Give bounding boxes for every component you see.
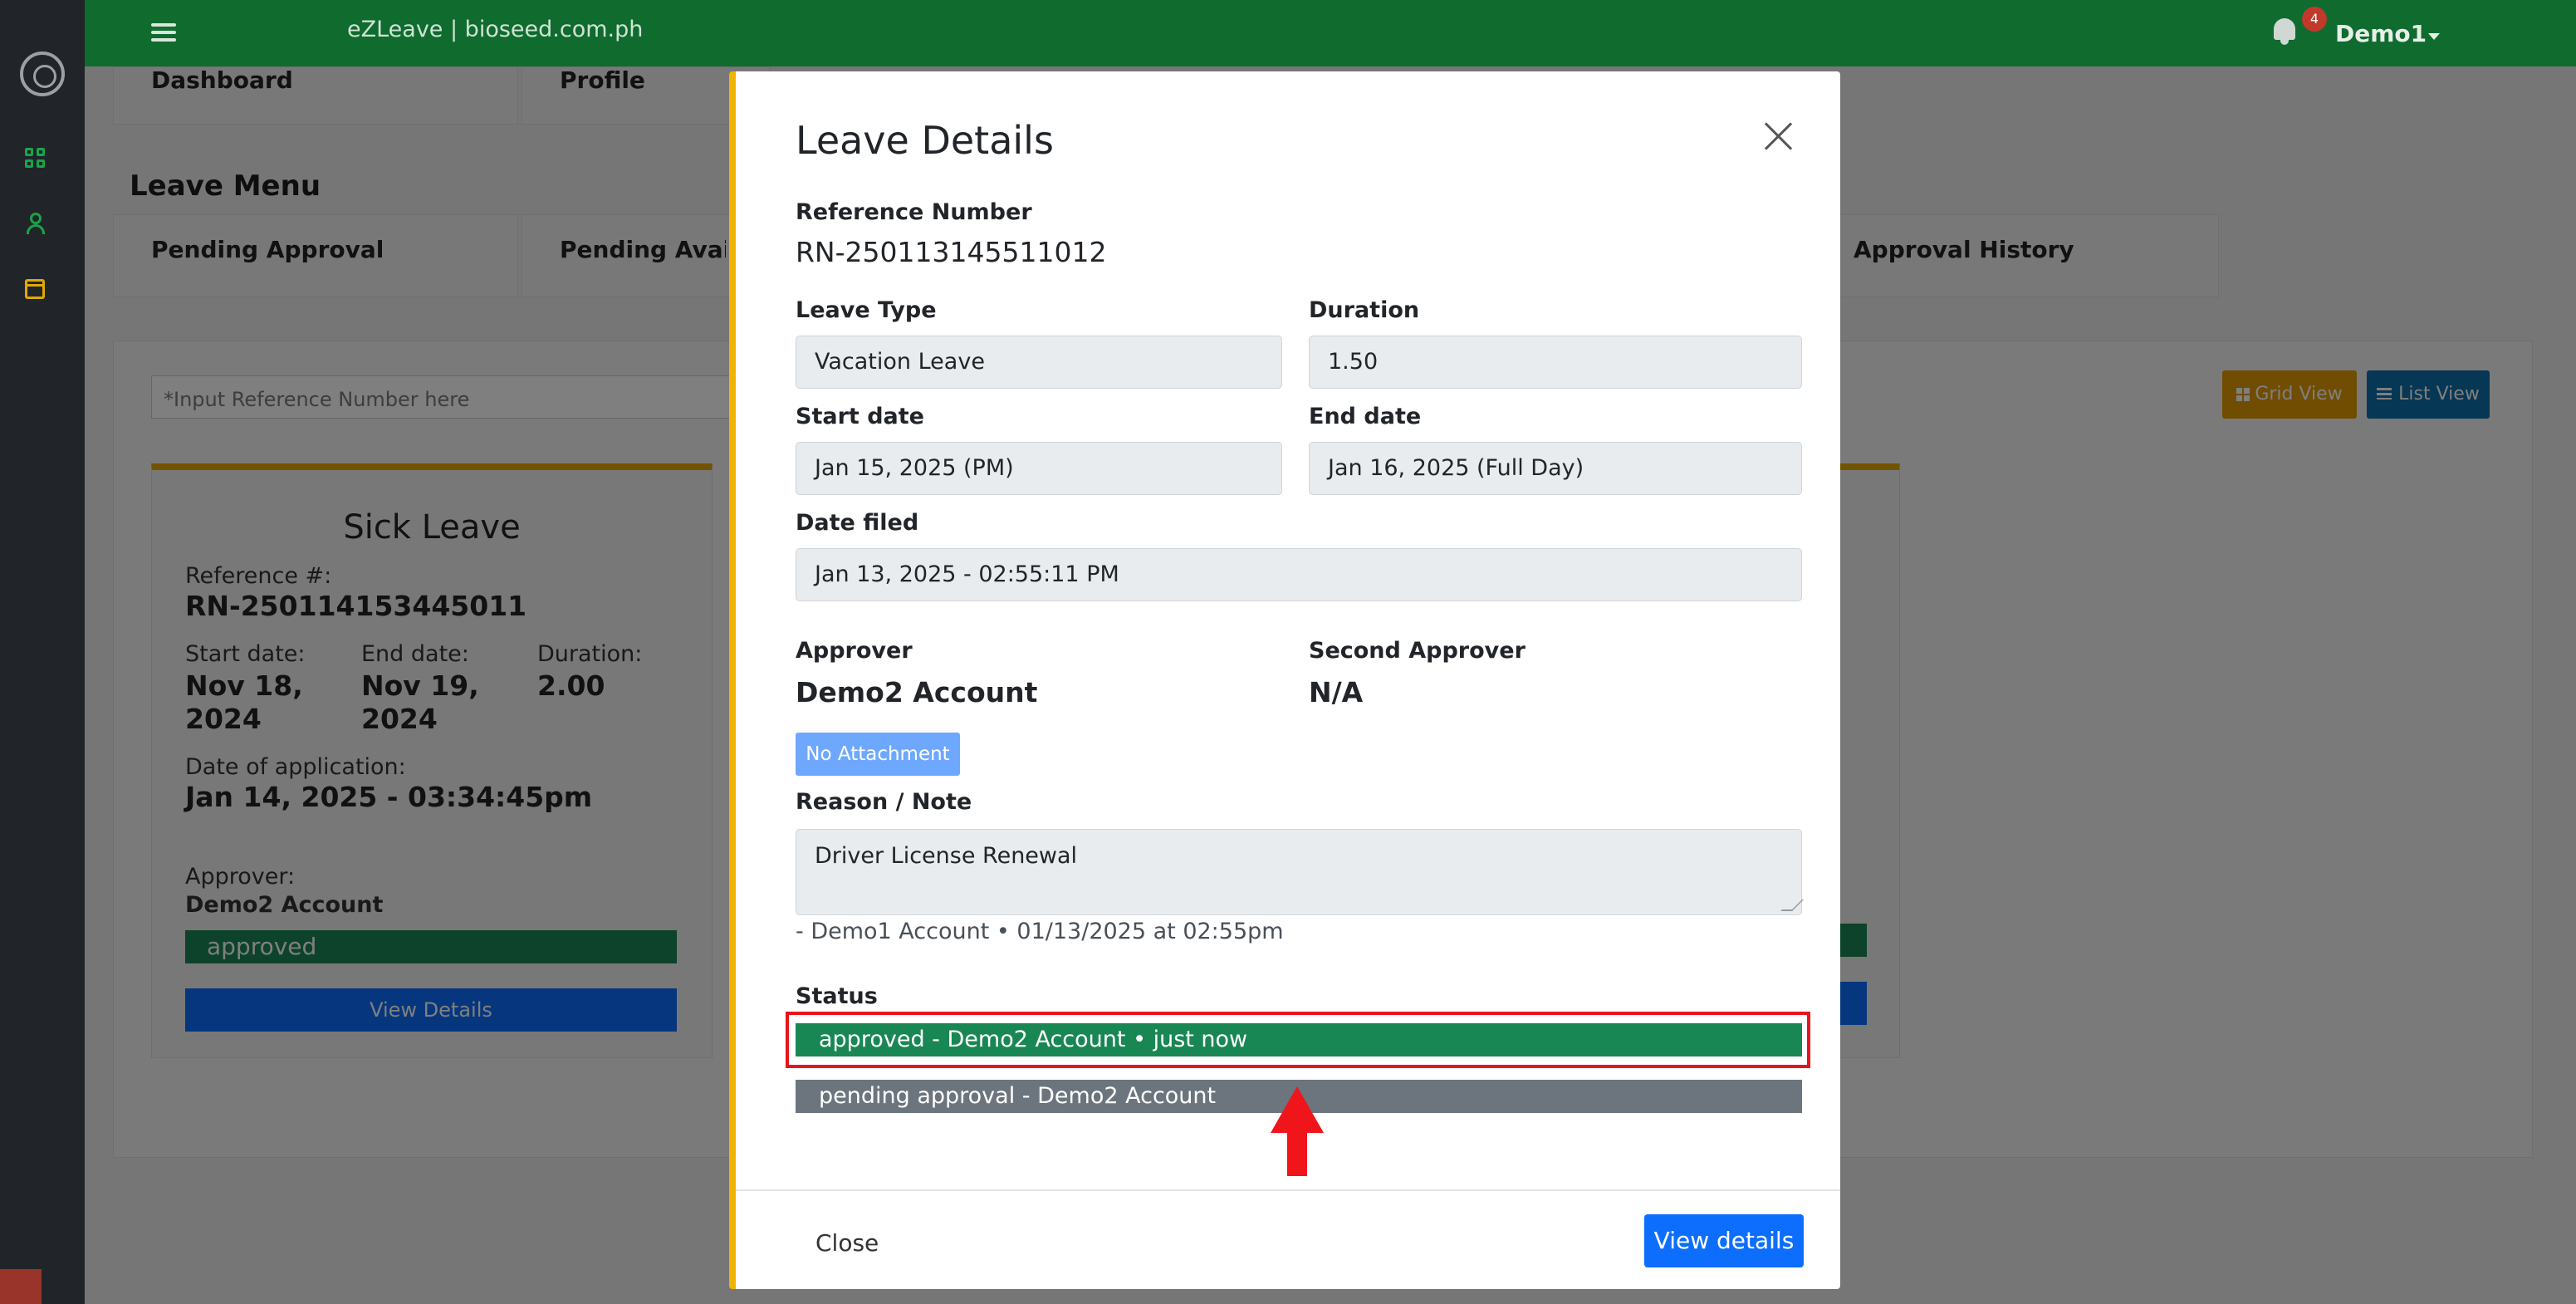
second-approver-label: Second Approver	[1309, 638, 1526, 664]
leave-type-label: Leave Type	[796, 297, 937, 323]
approver-label: Approver	[796, 638, 913, 664]
dashboard-icon[interactable]	[25, 148, 45, 168]
date-filed-field: Jan 13, 2025 - 02:55:11 PM	[796, 548, 1802, 601]
second-approver-value: N/A	[1309, 676, 1364, 708]
company-logo[interactable]	[20, 51, 65, 96]
end-date-field: Jan 16, 2025 (Full Day)	[1309, 442, 1802, 495]
approver-value: Demo2 Account	[796, 676, 1038, 708]
chevron-down-icon[interactable]	[2428, 33, 2440, 40]
start-date-field: Jan 15, 2025 (PM)	[796, 442, 1282, 495]
user-menu[interactable]: Demo1	[2335, 20, 2427, 47]
bell-icon[interactable]	[2272, 17, 2297, 47]
red-arrow-annotation	[1271, 1086, 1324, 1176]
reason-textarea[interactable]: Driver License Renewal	[796, 829, 1802, 915]
reason-note-meta: - Demo1 Account • 01/13/2025 at 02:55pm	[796, 919, 1284, 944]
sidebar	[0, 0, 85, 1304]
start-date-label: Start date	[796, 404, 924, 429]
reason-label: Reason / Note	[796, 789, 972, 815]
highlight-box	[786, 1012, 1810, 1068]
debug-bar-icon[interactable]	[0, 1269, 42, 1304]
profile-icon[interactable]	[25, 213, 45, 234]
no-attachment-button[interactable]: No Attachment	[796, 733, 960, 776]
view-details-button[interactable]: View details	[1644, 1214, 1804, 1267]
menu-toggle-icon[interactable]	[151, 23, 176, 43]
close-button[interactable]: Close	[815, 1229, 879, 1257]
reference-number-label: Reference Number	[796, 199, 1032, 225]
modal-title: Leave Details	[796, 118, 1054, 163]
date-filed-label: Date filed	[796, 510, 919, 536]
calendar-icon[interactable]	[25, 279, 45, 299]
top-navbar: eZLeave | bioseed.com.ph	[85, 0, 2576, 66]
reference-number-value: RN-250113145511012	[796, 236, 1107, 268]
notification-badge: 4	[2302, 7, 2327, 32]
modal-footer-divider	[736, 1189, 1840, 1191]
status-label: Status	[796, 983, 878, 1009]
duration-field: 1.50	[1309, 336, 1802, 389]
close-icon[interactable]	[1762, 120, 1795, 153]
leave-details-modal: Leave Details Reference Number RN-250113…	[729, 71, 1840, 1289]
brand-title: eZLeave | bioseed.com.ph	[347, 17, 644, 42]
duration-label: Duration	[1309, 297, 1420, 323]
leave-type-field: Vacation Leave	[796, 336, 1282, 389]
end-date-label: End date	[1309, 404, 1422, 429]
